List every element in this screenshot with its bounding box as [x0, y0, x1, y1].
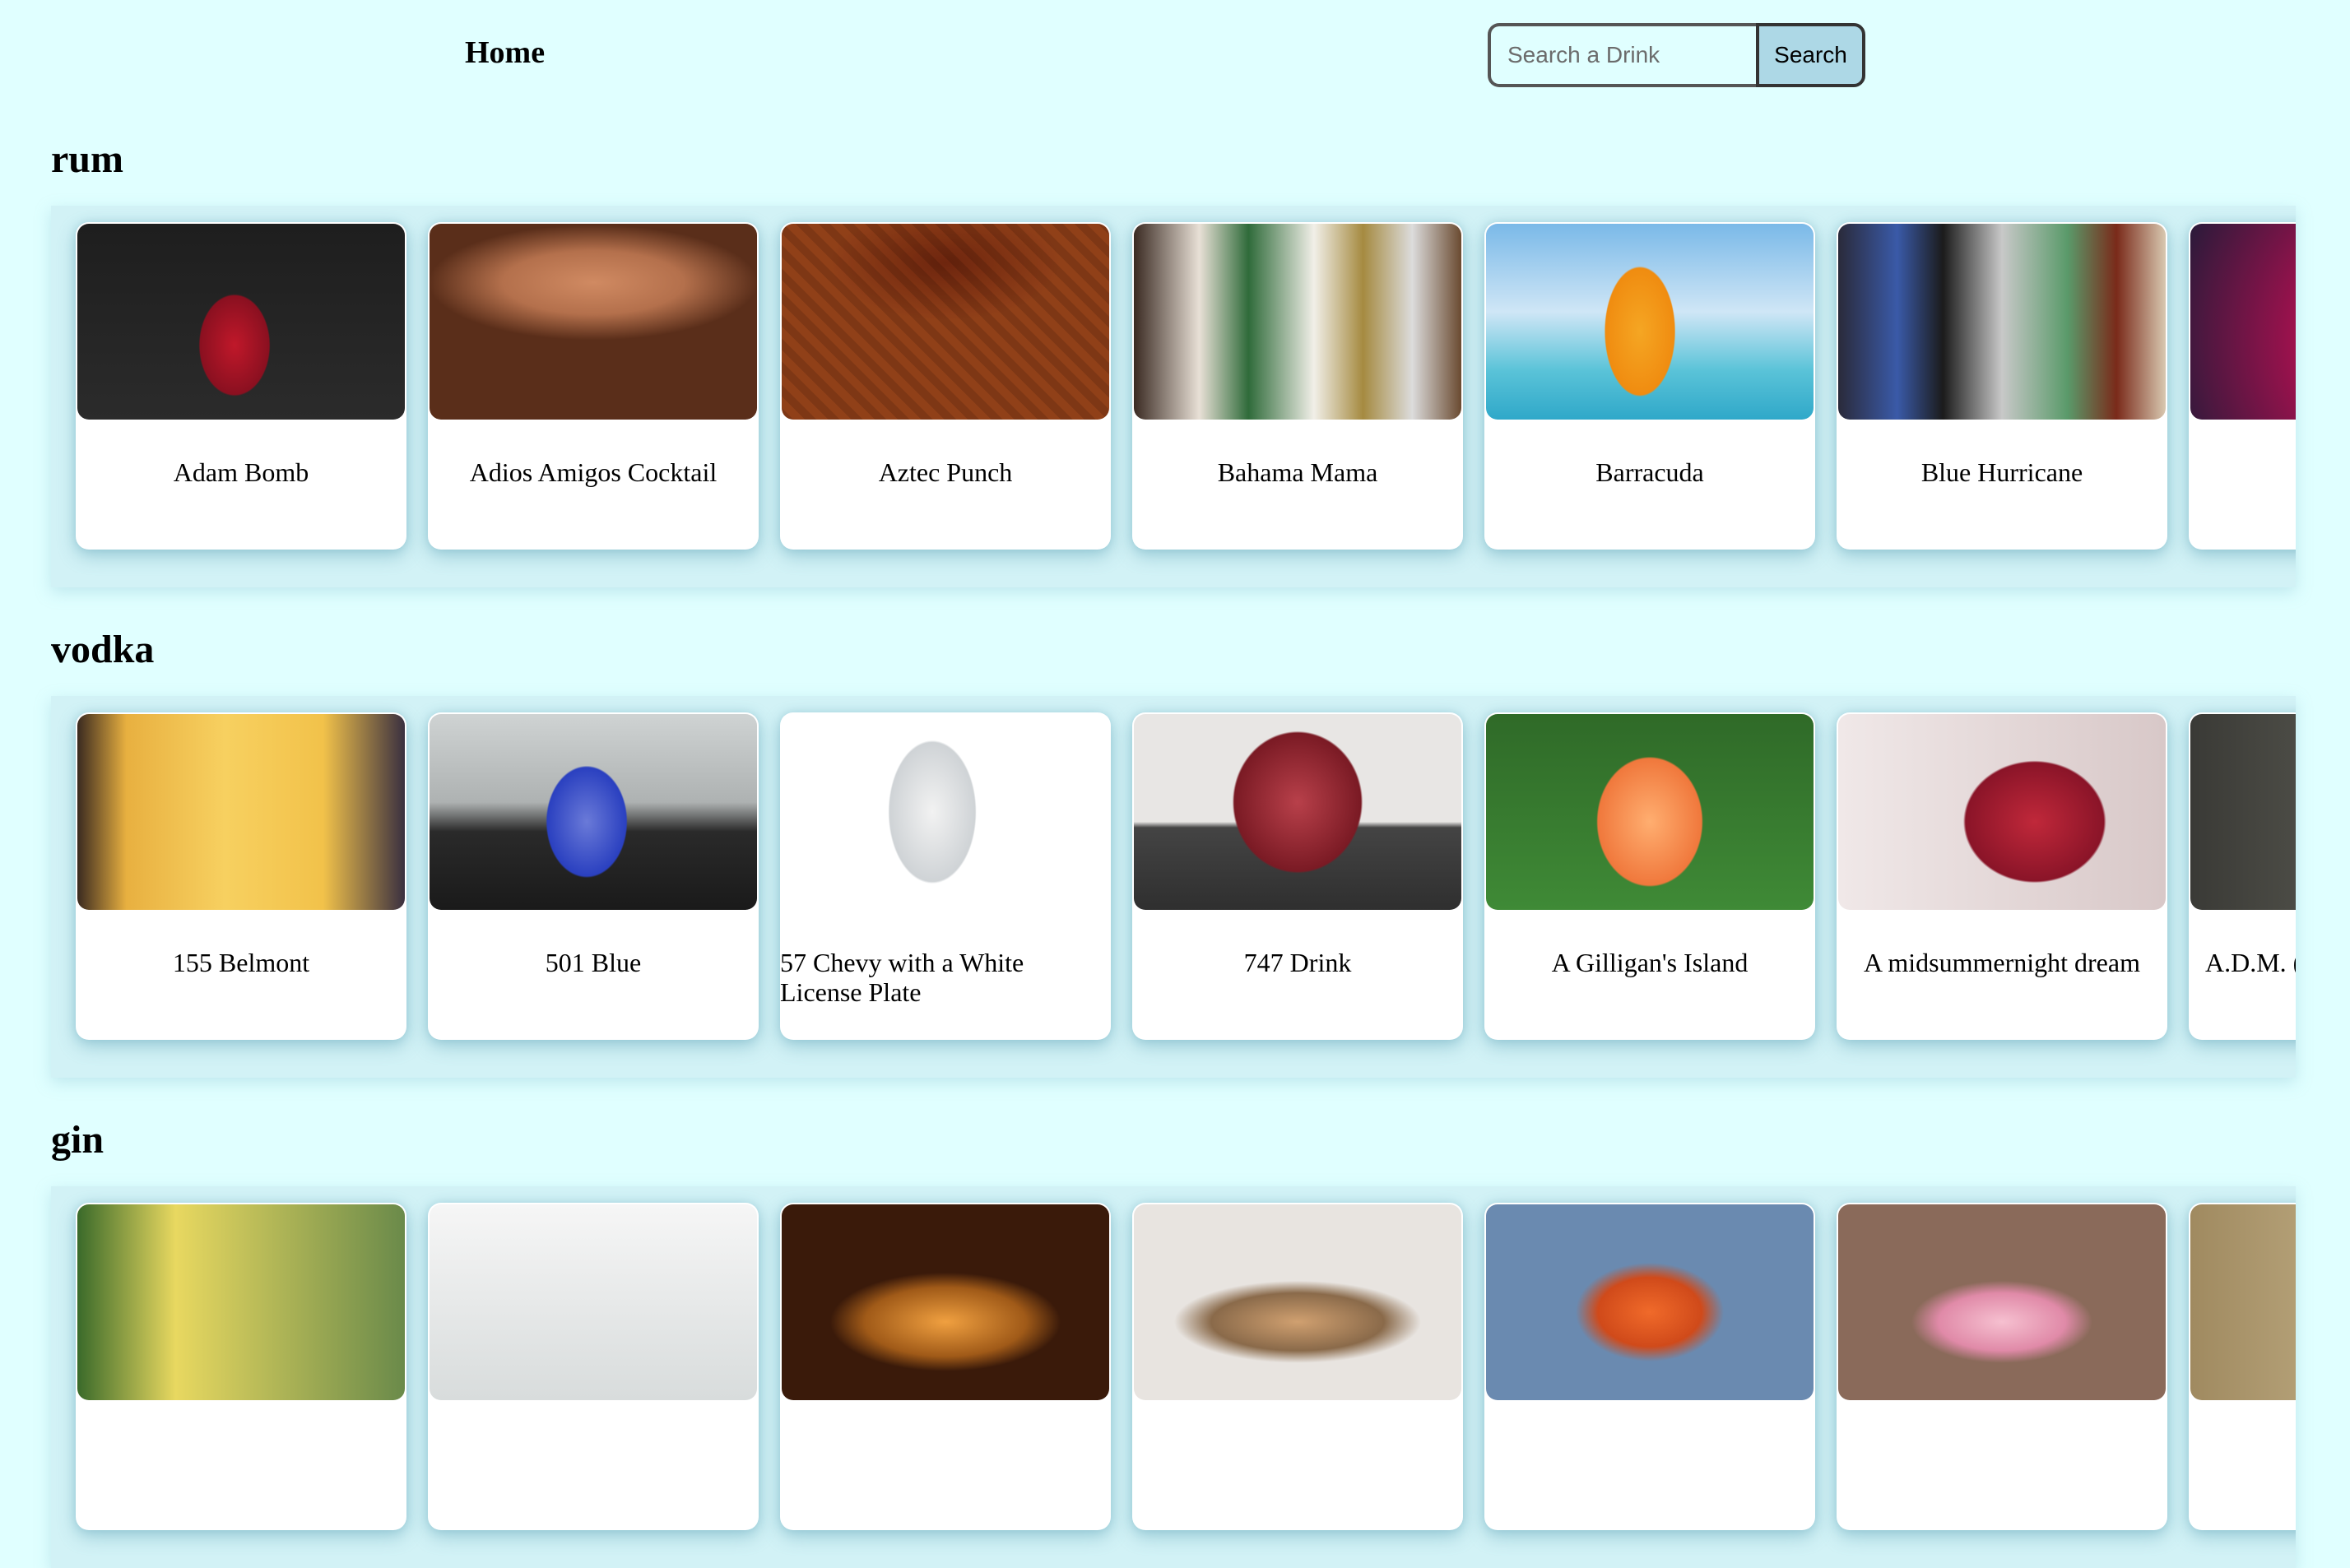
drink-name: Barracuda — [1595, 457, 1704, 487]
drink-card[interactable]: Barracuda — [1484, 222, 1815, 550]
drink-name: B — [2189, 457, 2296, 487]
drink-card[interactable] — [780, 1203, 1111, 1530]
drink-image — [430, 1204, 757, 1400]
drink-card[interactable]: Bahama Mama — [1132, 222, 1463, 550]
drink-image — [2190, 224, 2296, 420]
drink-carousel[interactable]: 155 Belmont 501 Blue 57 Chevy with a Whi… — [51, 696, 2296, 1078]
drink-name: A Gilligan's Island — [1551, 948, 1749, 977]
drink-image — [1486, 714, 1814, 910]
drink-name: 155 Belmont — [172, 948, 310, 977]
drink-name: Bahama Mama — [1217, 457, 1378, 487]
drink-card[interactable]: B — [2189, 222, 2296, 550]
drink-image — [782, 714, 1109, 910]
drink-name: Adam Bomb — [173, 457, 309, 487]
drink-card[interactable]: 747 Drink — [1132, 712, 1463, 1040]
drink-card[interactable]: A Gilligan's Island — [1484, 712, 1815, 1040]
drink-carousel[interactable]: Adam Bomb Adios Amigos Cocktail Aztec Pu… — [51, 206, 2296, 587]
drink-name: Aztec Punch — [878, 457, 1013, 487]
drink-name: 501 Blue — [545, 948, 642, 977]
drink-image — [2190, 1204, 2296, 1400]
search-form: Search — [1488, 23, 1865, 87]
drink-card[interactable]: A midsummernight dream — [1837, 712, 2167, 1040]
drink-name: A.D.M. ( — [2205, 948, 2296, 977]
drink-card[interactable]: 155 Belmont — [76, 712, 406, 1040]
drink-card[interactable] — [1132, 1203, 1463, 1530]
home-link[interactable]: Home — [465, 35, 545, 71]
drink-card[interactable]: Blue Hurricane — [1837, 222, 2167, 550]
drink-name: A midsummernight dream — [1864, 948, 2140, 977]
drink-card[interactable]: Aztec Punch — [780, 222, 1111, 550]
drink-card[interactable] — [76, 1203, 406, 1530]
drink-image — [1134, 1204, 1461, 1400]
drink-image — [1134, 224, 1461, 420]
search-input[interactable] — [1488, 23, 1756, 87]
drink-card[interactable]: 501 Blue — [428, 712, 759, 1040]
drink-carousel[interactable] — [51, 1186, 2296, 1568]
drink-card[interactable]: Adam Bomb — [76, 222, 406, 550]
drink-name: 747 Drink — [1243, 948, 1352, 977]
drink-image — [1838, 1204, 2166, 1400]
drink-card[interactable]: 57 Chevy with a White License Plate — [780, 712, 1111, 1040]
drink-name: 57 Chevy with a White License Plate — [780, 948, 1024, 1007]
drink-image — [1134, 714, 1461, 910]
drink-card[interactable] — [2189, 1203, 2296, 1530]
drink-image — [430, 714, 757, 910]
drink-image — [782, 224, 1109, 420]
drink-image — [77, 714, 405, 910]
drink-card[interactable] — [1837, 1203, 2167, 1530]
drink-image — [1486, 1204, 1814, 1400]
drink-name: Blue Hurricane — [1920, 457, 2083, 487]
top-nav: Home Search — [0, 0, 2350, 115]
drink-image — [782, 1204, 1109, 1400]
drink-image — [77, 1204, 405, 1400]
drink-name: Adios Amigos Cocktail — [469, 457, 718, 487]
drink-image — [430, 224, 757, 420]
search-button[interactable]: Search — [1756, 23, 1865, 87]
drink-card[interactable] — [428, 1203, 759, 1530]
drink-card[interactable] — [1484, 1203, 1815, 1530]
drink-image — [1838, 224, 2166, 420]
drink-image — [2190, 714, 2296, 910]
section-title: gin — [51, 1118, 104, 1162]
drink-image — [1838, 714, 2166, 910]
drink-card[interactable]: Adios Amigos Cocktail — [428, 222, 759, 550]
section-title: rum — [51, 137, 123, 181]
drink-image — [1486, 224, 1814, 420]
section-title: vodka — [51, 628, 155, 671]
drink-card[interactable]: A.D.M. ( — [2189, 712, 2296, 1040]
drink-image — [77, 224, 405, 420]
